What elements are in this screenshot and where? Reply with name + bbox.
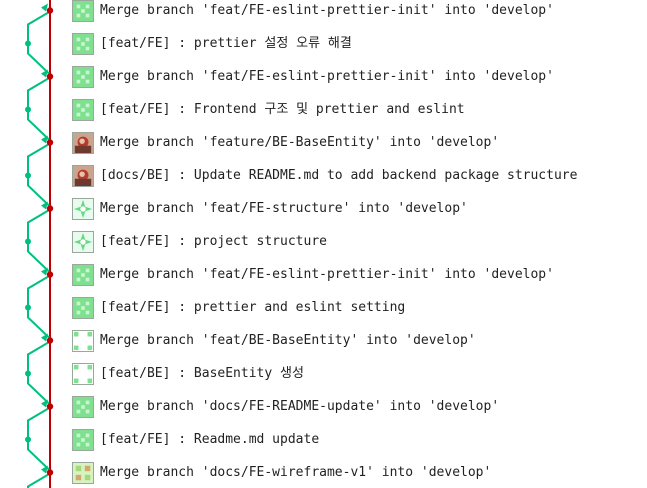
commit-row[interactable]: [feat/FE] : Frontend 구조 및 prettier and e… (72, 98, 647, 122)
branch-return-line (27, 241, 51, 274)
commit-node (25, 370, 31, 377)
commit-message: [feat/FE] : prettier and eslint setting (100, 299, 406, 315)
commit-row[interactable]: [feat/FE] : prettier and eslint setting (72, 296, 647, 320)
commit-row[interactable]: [feat/BE] : BaseEntity 생성 (72, 362, 647, 386)
commit-node (25, 436, 31, 443)
branch-return-line (27, 175, 51, 208)
branch-line (27, 472, 51, 488)
commit-row[interactable]: Merge branch 'docs/FE-README-update' int… (72, 395, 647, 419)
commit-row[interactable]: Merge branch 'feature/BE-BaseEntity' int… (72, 131, 647, 155)
green-grid-avatar (72, 395, 94, 418)
green-grid-avatar (72, 0, 94, 22)
commit-node (25, 238, 31, 245)
commit-message: Merge branch 'docs/FE-wireframe-v1' into… (100, 464, 492, 480)
branch-line (27, 406, 51, 440)
commit-message: Merge branch 'feat/BE-BaseEntity' into '… (100, 332, 476, 348)
branch-line (27, 142, 51, 176)
commit-graph-nodes (25, 7, 54, 476)
photo-avatar (72, 164, 94, 187)
branch-return-line (27, 373, 51, 406)
branch-return-line (27, 109, 51, 142)
commit-row[interactable]: Merge branch 'feat/FE-eslint-prettier-in… (72, 263, 647, 287)
green-star-avatar (72, 197, 94, 220)
commit-row[interactable]: [feat/FE] : prettier 설정 오류 해결 (72, 32, 647, 56)
commit-graph (25, 0, 54, 488)
merge-node (46, 73, 54, 80)
merge-node (46, 205, 54, 212)
commit-message: [docs/BE] : Update README.md to add back… (100, 167, 578, 183)
branch-line (27, 76, 51, 110)
commit-node (25, 172, 31, 179)
green-grid-avatar (72, 65, 94, 88)
commit-row[interactable]: Merge branch 'feat/FE-eslint-prettier-in… (72, 65, 647, 89)
commit-message: Merge branch 'feat/FE-structure' into 'd… (100, 200, 468, 216)
branch-return-line (27, 307, 51, 340)
green-grid-avatar (72, 428, 94, 451)
commit-message: Merge branch 'feat/FE-eslint-prettier-in… (100, 2, 554, 18)
commit-message: [feat/FE] : project structure (100, 233, 327, 249)
green-corner-avatar (72, 362, 94, 385)
green-pattern-avatar (72, 461, 94, 484)
merge-node (46, 139, 54, 146)
commit-message: [feat/FE] : prettier 설정 오류 해결 (100, 35, 352, 51)
branch-line (27, 340, 51, 374)
commit-node (25, 40, 31, 47)
merge-node (46, 7, 54, 14)
branch-return-line (27, 439, 51, 472)
commit-message: Merge branch 'feat/FE-eslint-prettier-in… (100, 266, 554, 282)
commit-node (25, 106, 31, 113)
commit-message: Merge branch 'docs/FE-README-update' int… (100, 398, 500, 414)
branch-line (27, 208, 51, 242)
commit-message: [feat/FE] : Readme.md update (100, 431, 320, 447)
commit-message: Merge branch 'feature/BE-BaseEntity' int… (100, 134, 500, 150)
commit-row[interactable]: Merge branch 'feat/FE-eslint-prettier-in… (72, 0, 647, 23)
green-grid-avatar (72, 296, 94, 319)
commit-row[interactable]: Merge branch 'feat/BE-BaseEntity' into '… (72, 329, 647, 353)
photo-avatar (72, 131, 94, 154)
green-grid-avatar (72, 98, 94, 121)
branch-line (27, 274, 51, 308)
commit-message: [feat/FE] : Frontend 구조 및 prettier and e… (100, 101, 465, 117)
merge-node (46, 271, 54, 278)
commit-row[interactable]: [docs/BE] : Update README.md to add back… (72, 164, 647, 188)
commit-row[interactable]: [feat/FE] : project structure (72, 230, 647, 254)
commit-message: [feat/BE] : BaseEntity 생성 (100, 365, 304, 381)
branch-return-line (27, 43, 51, 76)
merge-node (46, 403, 54, 410)
green-corner-avatar (72, 329, 94, 352)
branch-line (27, 10, 51, 44)
commit-row[interactable]: Merge branch 'feat/FE-structure' into 'd… (72, 197, 647, 221)
commit-graph-lines (27, 0, 51, 488)
commit-row[interactable]: Merge branch 'docs/FE-wireframe-v1' into… (72, 461, 647, 485)
green-star-avatar (72, 230, 94, 253)
commit-node (25, 304, 31, 311)
green-grid-avatar (72, 263, 94, 286)
green-grid-avatar (72, 32, 94, 55)
merge-node (46, 337, 54, 344)
merge-node (46, 469, 54, 476)
commit-message: Merge branch 'feat/FE-eslint-prettier-in… (100, 68, 554, 84)
commit-row[interactable]: [feat/FE] : Readme.md update (72, 428, 647, 452)
